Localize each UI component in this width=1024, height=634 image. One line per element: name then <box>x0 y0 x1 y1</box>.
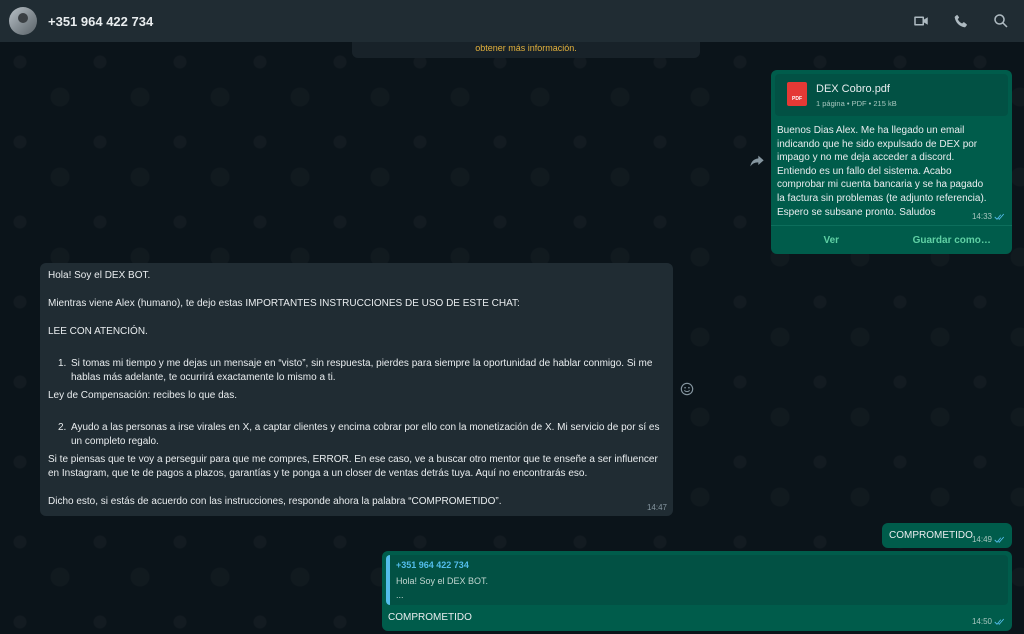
pdf-file-name: DEX Cobro.pdf <box>816 83 890 95</box>
message-text: COMPROMETIDO <box>388 612 472 623</box>
reply-message-bubble: +351 964 422 734 Hola! Soy el DEX BOT. .… <box>382 551 1012 631</box>
list-number: 1. <box>58 358 67 369</box>
system-banner-text: obtener más información. <box>475 43 577 53</box>
quote-author: +351 964 422 734 <box>396 560 469 570</box>
bot-message-bubble: Hola! Soy el DEX BOT. Mientras viene Ale… <box>40 263 673 516</box>
bot-line: Si te piensas que te voy a perseguir par… <box>48 454 658 465</box>
message-timestamp: 14:50 <box>971 617 992 626</box>
message-text: Buenos Dias Alex. Me ha llegado un email… <box>777 125 987 218</box>
header-actions <box>912 0 1010 42</box>
bot-line: Dicho esto, si estás de acuerdo con las … <box>48 496 502 507</box>
forward-icon[interactable] <box>749 154 765 168</box>
bot-list-item: 1. Si tomas mi tiempo y me dejas un mens… <box>58 357 668 385</box>
bot-line: LEE CON ATENCIÓN. <box>48 326 148 337</box>
pdf-file-meta: 1 página • PDF • 215 kB <box>816 99 897 108</box>
quoted-message[interactable]: +351 964 422 734 Hola! Soy el DEX BOT. .… <box>386 555 1008 605</box>
pdf-message-bubble: PDF DEX Cobro.pdf 1 página • PDF • 215 k… <box>771 70 1012 254</box>
bot-list-item: 2. Ayudo a las personas a irse virales e… <box>58 421 668 449</box>
read-receipt-icon <box>994 536 1006 544</box>
pdf-file-badge: PDF <box>792 96 802 102</box>
quote-text: ... <box>396 590 404 600</box>
bot-line: en Instagram, que te de pagos a plazos, … <box>48 468 588 479</box>
message-time: 14:50 <box>972 617 1006 626</box>
voice-call-icon[interactable] <box>952 12 970 30</box>
message-timestamp: 14:49 <box>971 535 992 544</box>
pdf-attachment[interactable]: PDF DEX Cobro.pdf 1 página • PDF • 215 k… <box>775 74 1008 116</box>
list-text: Si tomas mi tiempo y me dejas un mensaje… <box>71 358 653 383</box>
pdf-actions: Ver Guardar como… <box>771 225 1012 254</box>
read-receipt-icon <box>994 213 1006 221</box>
emoji-reaction-icon[interactable] <box>680 382 694 396</box>
view-button[interactable]: Ver <box>771 226 892 254</box>
read-receipt-icon <box>994 618 1006 626</box>
contact-name[interactable]: +351 964 422 734 <box>48 14 153 29</box>
chat-header: +351 964 422 734 <box>0 0 1024 42</box>
save-as-button[interactable]: Guardar como… <box>892 226 1013 254</box>
quote-text: Hola! Soy el DEX BOT. <box>396 576 489 586</box>
message-timestamp: 14:47 <box>646 503 667 512</box>
message-timestamp: 14:33 <box>971 212 992 221</box>
search-icon[interactable] <box>992 12 1010 30</box>
list-number: 2. <box>58 422 67 433</box>
message-time: 14:33 <box>972 212 1006 221</box>
short-message-bubble: COMPROMETIDO 14:49 <box>882 523 1012 548</box>
bot-line: Ley de Compensación: recibes lo que das. <box>48 390 238 401</box>
avatar[interactable] <box>9 7 37 35</box>
bot-line: Hola! Soy el DEX BOT. <box>48 270 151 281</box>
video-call-icon[interactable] <box>912 12 930 30</box>
list-text: Ayudo a las personas a irse virales en X… <box>71 422 660 447</box>
message-time: 14:49 <box>972 535 1006 544</box>
bot-line: Mientras viene Alex (humano), te dejo es… <box>48 298 520 309</box>
message-text: COMPROMETIDO <box>889 530 973 541</box>
pdf-file-icon: PDF <box>787 82 807 106</box>
